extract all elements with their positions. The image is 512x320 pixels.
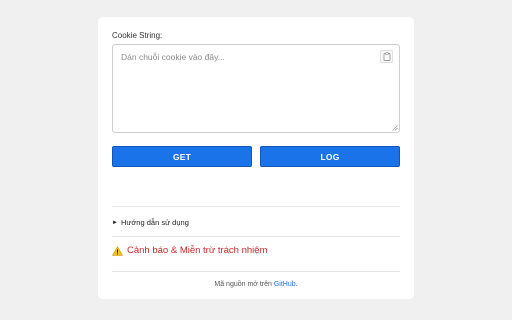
divider	[112, 271, 400, 272]
clipboard-icon	[383, 52, 390, 61]
footer-suffix: .	[295, 281, 298, 288]
usage-guide-label: Hướng dẫn sử dụng	[120, 218, 189, 227]
divider	[112, 206, 400, 207]
main-card: Cookie String: GET LOG ► Hướng dẫn sử dụ…	[98, 17, 414, 299]
github-link[interactable]: GitHub	[274, 281, 296, 288]
divider	[112, 236, 400, 237]
warning-disclaimer-toggle[interactable]: Cảnh báo & Miễn trừ trách nhiệm	[112, 245, 267, 256]
triangle-right-icon: ►	[112, 219, 118, 226]
usage-guide-toggle[interactable]: ► Hướng dẫn sử dụng	[112, 218, 189, 227]
warning-disclaimer-label: Cảnh báo & Miễn trừ trách nhiệm	[127, 245, 268, 256]
warning-icon	[112, 245, 123, 256]
resize-grip-icon[interactable]	[392, 125, 398, 131]
footer-text: Mã nguồn mở trên	[214, 281, 274, 288]
paste-button[interactable]	[380, 50, 393, 63]
footer: Mã nguồn mở trên GitHub.	[98, 281, 414, 288]
get-button[interactable]: GET	[112, 146, 252, 167]
log-button[interactable]: LOG	[260, 146, 400, 167]
cookie-string-input[interactable]	[112, 44, 400, 133]
cookie-string-label: Cookie String:	[112, 31, 163, 40]
